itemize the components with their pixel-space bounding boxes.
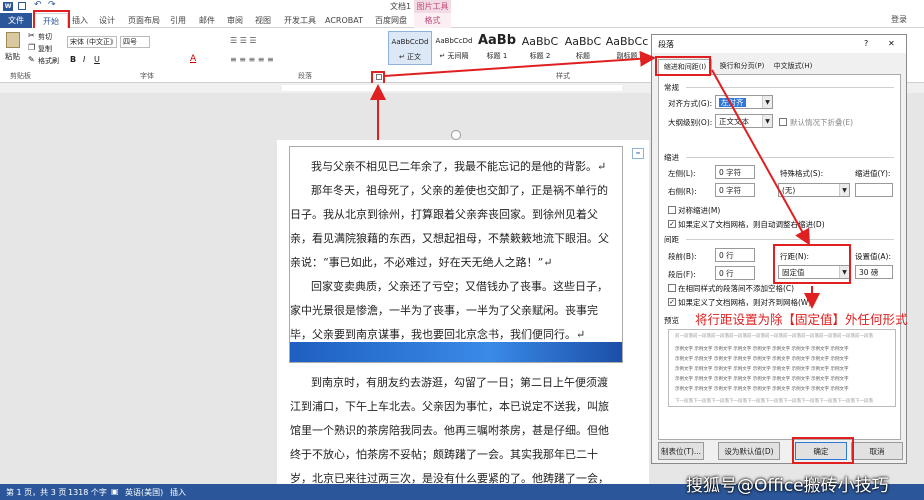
annotation-arrows bbox=[370, 50, 820, 309]
arrow-to-dialog-tab bbox=[383, 50, 656, 77]
arrow-to-line-spacing bbox=[711, 69, 810, 246]
